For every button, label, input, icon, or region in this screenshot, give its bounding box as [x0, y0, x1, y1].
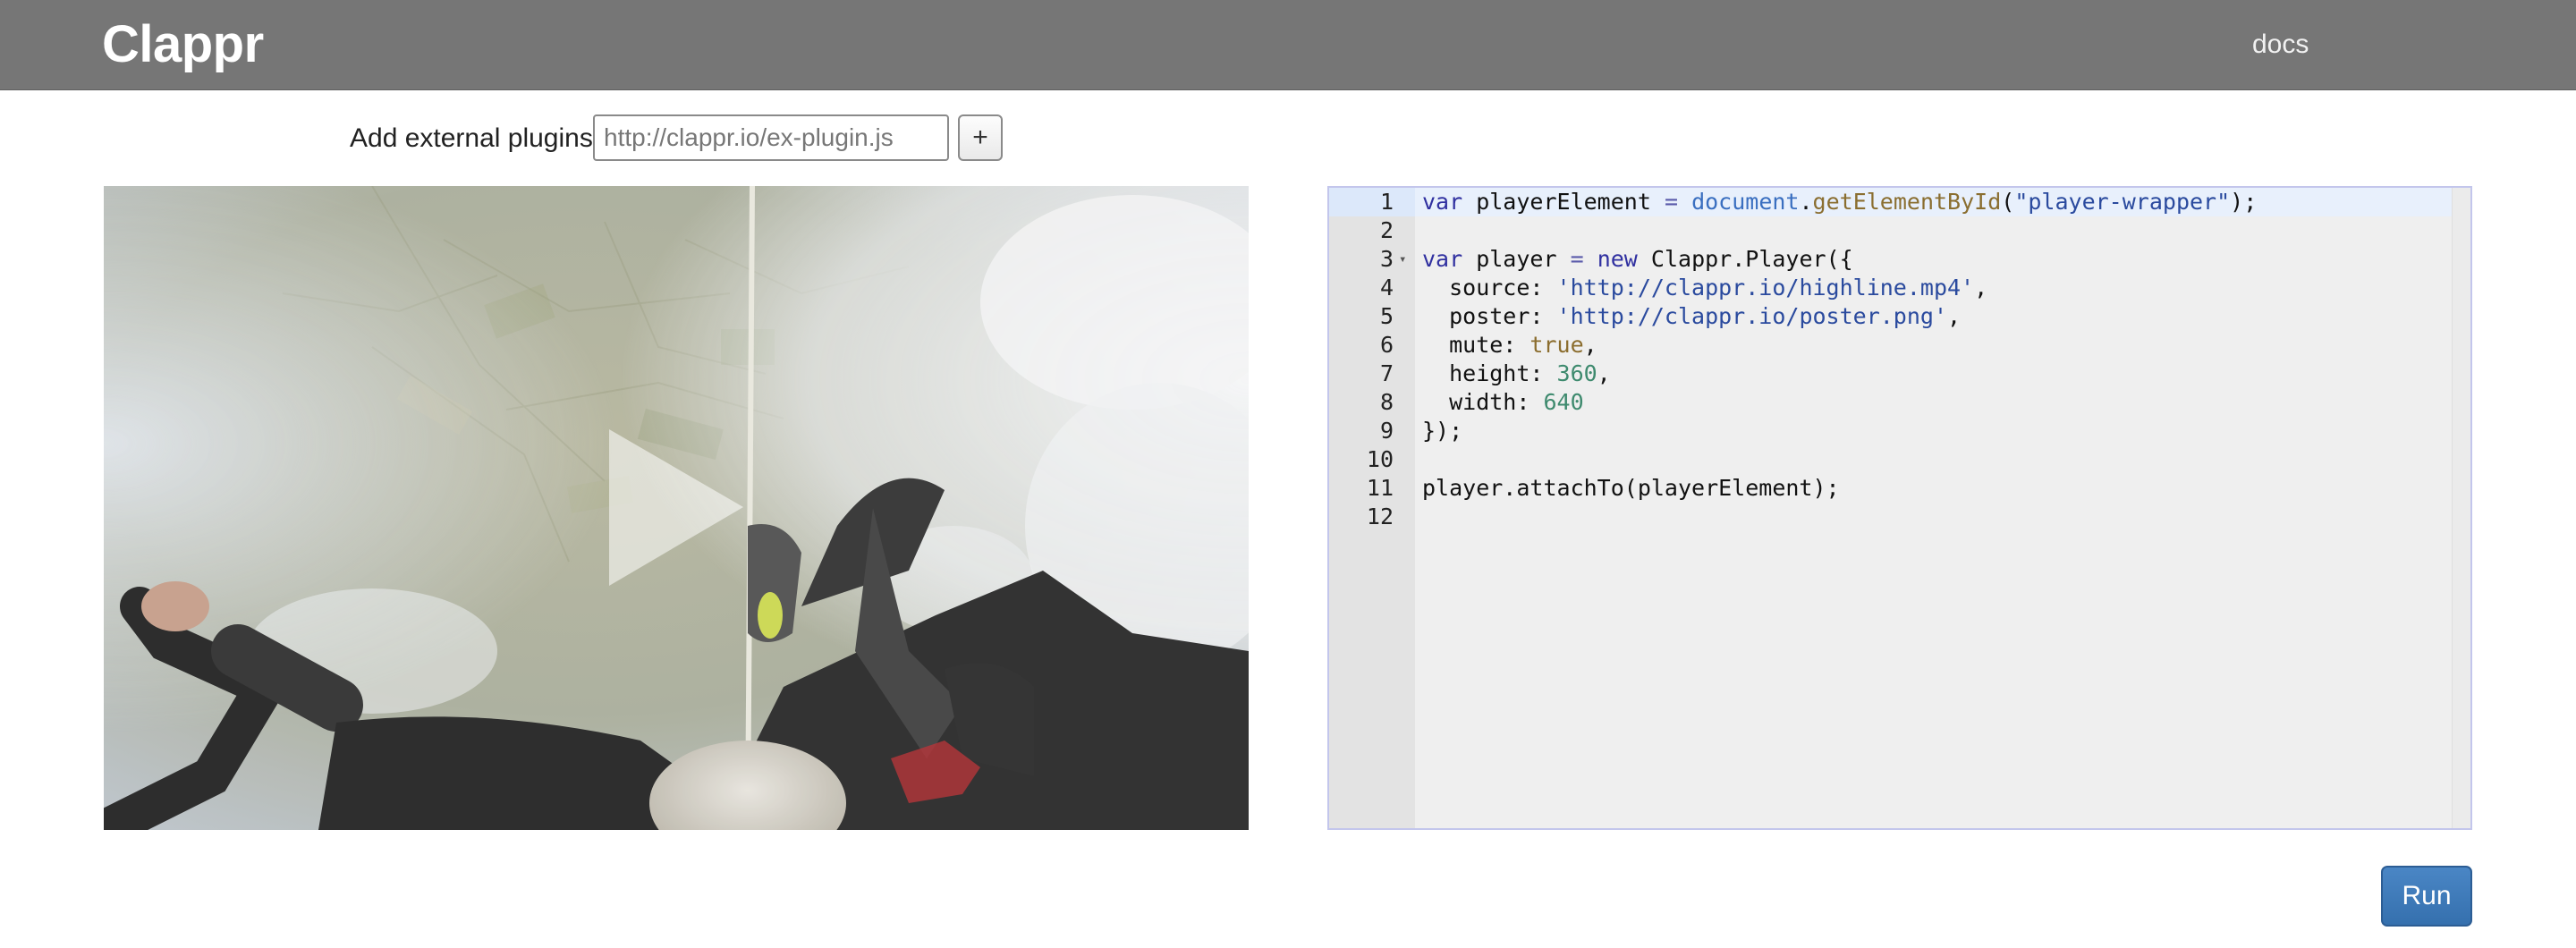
code-token: source: — [1422, 275, 1557, 300]
code-line[interactable]: 4 source: 'http://clappr.io/highline.mp4… — [1329, 274, 2470, 302]
code-text: }); — [1422, 417, 1462, 445]
code-token: player — [1462, 246, 1571, 272]
plugin-url-input[interactable] — [593, 114, 949, 161]
code-token: Clappr.Player({ — [1637, 246, 1853, 272]
code-token: = — [1664, 189, 1678, 215]
line-number: 9 — [1379, 418, 1394, 444]
line-number: 11 — [1366, 475, 1394, 501]
video-player[interactable] — [104, 186, 1249, 830]
code-text: player.attachTo(playerElement); — [1422, 474, 1840, 503]
add-plugin-button[interactable]: + — [958, 114, 1003, 161]
code-token: "player-wrapper" — [2014, 189, 2231, 215]
line-number: 4 — [1379, 275, 1394, 300]
code-line[interactable]: 11 player.attachTo(playerElement); — [1329, 474, 2470, 503]
line-number: 12 — [1366, 504, 1394, 529]
code-text: width: 640 — [1422, 388, 1584, 417]
code-token: document — [1691, 189, 1800, 215]
line-number: 3 — [1379, 246, 1394, 272]
code-token: getElementById — [1812, 189, 2002, 215]
line-number: 2 — [1379, 217, 1394, 243]
code-token: = — [1570, 246, 1584, 272]
code-token: player.attachTo(playerElement); — [1422, 475, 1840, 501]
code-token: ( — [2001, 189, 2015, 215]
code-token: var — [1422, 246, 1463, 272]
code-token: poster: — [1422, 303, 1557, 329]
line-number: 8 — [1379, 389, 1394, 415]
code-token: 360 — [1556, 360, 1597, 386]
code-line[interactable]: 6 mute: true, — [1329, 331, 2470, 360]
code-token: }); — [1422, 418, 1463, 444]
line-number: 5 — [1379, 303, 1394, 329]
code-token: width: — [1422, 389, 1544, 415]
code-token: var — [1422, 189, 1463, 215]
code-token: . — [1799, 189, 1813, 215]
play-button[interactable] — [609, 429, 743, 586]
code-line[interactable]: 9}); — [1329, 417, 2470, 445]
line-number: 1 — [1379, 189, 1394, 215]
code-line[interactable]: 1 var playerElement = document.getElement… — [1329, 188, 2470, 216]
code-text: mute: true, — [1422, 331, 1597, 360]
code-line[interactable]: 3 ▾ var player = new Clappr.Player({ — [1329, 245, 2470, 274]
line-number: 7 — [1379, 360, 1394, 386]
code-token: , — [1947, 303, 1962, 329]
run-button[interactable]: Run — [2381, 866, 2472, 927]
docs-link[interactable]: docs — [2252, 27, 2309, 63]
play-icon — [609, 429, 743, 586]
line-number: 6 — [1379, 332, 1394, 358]
code-token: , — [1583, 332, 1597, 358]
code-text: height: 360, — [1422, 360, 1611, 388]
code-token: 640 — [1543, 389, 1584, 415]
code-text: poster: 'http://clappr.io/poster.png', — [1422, 302, 1961, 331]
code-token: mute: — [1422, 332, 1530, 358]
code-line[interactable]: 10 — [1329, 445, 2470, 474]
fold-arrow-icon[interactable]: ▾ — [1399, 245, 1406, 274]
code-line[interactable]: 2 — [1329, 216, 2470, 245]
line-number: 10 — [1366, 446, 1394, 472]
code-line[interactable]: 12 — [1329, 503, 2470, 531]
code-token: ); — [2230, 189, 2258, 215]
code-line[interactable]: 8 width: 640 — [1329, 388, 2470, 417]
code-token: 'http://clappr.io/highline.mp4' — [1556, 275, 1975, 300]
code-token: true — [1530, 332, 1584, 358]
code-token: new — [1597, 246, 1638, 272]
code-text: source: 'http://clappr.io/highline.mp4', — [1422, 274, 1987, 302]
code-token: , — [1974, 275, 1988, 300]
code-line[interactable]: 7 height: 360, — [1329, 360, 2470, 388]
code-token: height: — [1422, 360, 1557, 386]
code-text: var player = new Clappr.Player({ — [1422, 245, 1853, 274]
code-line[interactable]: 5 poster: 'http://clappr.io/poster.png', — [1329, 302, 2470, 331]
code-token: playerElement — [1462, 189, 1665, 215]
code-token: 'http://clappr.io/poster.png' — [1556, 303, 1948, 329]
code-text: var playerElement = document.getElementB… — [1422, 188, 2257, 216]
plugins-label: Add external plugins: — [350, 123, 601, 153]
code-token: , — [1597, 360, 1611, 386]
code-editor[interactable]: 1 var playerElement = document.getElement… — [1327, 186, 2472, 830]
brand-logo[interactable]: Clappr — [102, 13, 264, 77]
top-navbar: Clappr docs — [0, 0, 2576, 90]
